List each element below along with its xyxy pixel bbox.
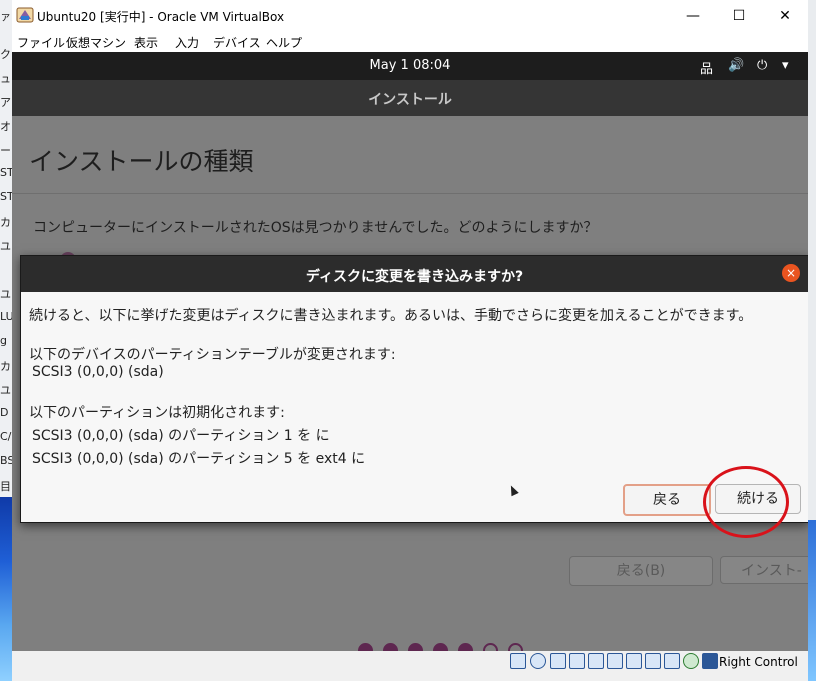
menu-devices[interactable]: デバイス [213, 34, 261, 51]
bg-install-now-button[interactable]: インスト- [720, 556, 808, 584]
title-divider [12, 193, 808, 194]
menu-view[interactable]: 表示 [134, 34, 158, 51]
partition-5-line: SCSI3 (0,0,0) (sda) のパーティション 5 を ext4 に [32, 451, 366, 467]
menu-input[interactable]: 入力 [175, 34, 199, 51]
desktop-wallpaper [0, 497, 12, 681]
installer-header-bar: インストール [12, 80, 808, 116]
desktop-fragment: 目 [0, 480, 11, 493]
install-type-question: コンピューターにインストールされたOSは見つかりませんでした。どのようにしますか… [33, 220, 598, 236]
desktop-fragment: g [0, 334, 7, 347]
minimize-button[interactable]: — [670, 0, 716, 31]
desktop-fragment: ク [0, 48, 11, 61]
bg-back-button[interactable]: 戻る(B) [569, 556, 713, 586]
dialog-close-button[interactable]: × [782, 264, 800, 282]
progress-dot [458, 643, 473, 651]
format-heading: 以下のパーティションは初期化されます: [29, 405, 285, 421]
dialog-header: ディスクに変更を書き込みますか? × [21, 256, 808, 292]
display-icon[interactable] [626, 653, 642, 669]
recording-icon[interactable] [645, 653, 661, 669]
usb-icon[interactable] [588, 653, 604, 669]
mouse-integration-icon[interactable] [683, 653, 699, 669]
progress-dot-empty [508, 643, 523, 651]
desktop-fragment: ST [0, 166, 12, 179]
progress-dot [408, 643, 423, 651]
partition-1-line: SCSI3 (0,0,0) (sda) のパーティション 1 を に [32, 428, 330, 444]
hdd-icon[interactable] [510, 653, 526, 669]
host-key-label: Right Control [719, 655, 798, 669]
progress-dot [383, 643, 398, 651]
annotation-circle [703, 466, 789, 538]
desktop-wallpaper-right [808, 520, 816, 681]
optical-icon[interactable] [530, 653, 546, 669]
desktop-fragment: オ [0, 120, 11, 133]
desktop-fragment: C/ [0, 430, 12, 443]
close-icon: × [785, 266, 797, 280]
virtualbox-window: Ubuntu20 [実行中] - Oracle VM VirtualBox — … [12, 0, 808, 681]
vm-screen[interactable]: May 1 08:04 品 🔊 ⏻ ▾ インストール インストールの種類 コンピ… [12, 52, 808, 651]
page-title: インストールの種類 [29, 147, 254, 176]
dialog-back-button[interactable]: 戻る [623, 484, 711, 516]
desktop-fragment: ァ [0, 10, 11, 23]
maximize-icon: ☐ [732, 7, 746, 24]
desktop-fragment: BS [0, 454, 12, 467]
cpu-icon[interactable] [664, 653, 680, 669]
desktop-fragment: ュ [0, 72, 11, 85]
volume-icon[interactable]: 🔊 [728, 58, 744, 73]
menu-bar: ファイル 仮想マシン 表示 入力 デバイス ヘルプ [12, 31, 808, 52]
network-icon[interactable]: 品 [700, 58, 713, 77]
write-changes-dialog: ディスクに変更を書き込みますか? × 続けると、以下に挙げた変更はディスクに書き… [20, 255, 808, 523]
desktop-fragment: ー [0, 144, 11, 157]
dialog-title: ディスクに変更を書き込みますか? [305, 269, 524, 285]
desktop-fragment: ST [0, 190, 12, 203]
menu-file[interactable]: ファイル [17, 34, 65, 51]
network-icon[interactable] [569, 653, 585, 669]
virtualbox-app-icon [16, 7, 34, 23]
partition-table-device: SCSI3 (0,0,0) (sda) [32, 364, 164, 380]
minimize-icon: — [686, 7, 700, 24]
desktop-fragment: ア [0, 96, 11, 109]
progress-dot [358, 643, 373, 651]
progress-dot [433, 643, 448, 651]
installer-window-title: インストール [368, 92, 452, 108]
menu-machine[interactable]: 仮想マシン [66, 34, 126, 51]
progress-dots [358, 643, 523, 651]
maximize-button[interactable]: ☐ [716, 0, 762, 31]
system-menu-chevron-icon[interactable]: ▾ [782, 58, 789, 73]
desktop-fragment: カ [0, 360, 11, 373]
power-icon[interactable]: ⏻ [757, 58, 767, 73]
gnome-top-bar: May 1 08:04 品 🔊 ⏻ ▾ [12, 52, 808, 80]
close-window-button[interactable]: ✕ [762, 0, 808, 31]
desktop-fragment: D [0, 406, 9, 419]
audio-icon[interactable] [550, 653, 566, 669]
desktop-fragment: ユ [0, 240, 11, 253]
desktop-fragment: LU [0, 310, 12, 323]
close-icon: ✕ [779, 7, 791, 24]
title-bar: Ubuntu20 [実行中] - Oracle VM VirtualBox — … [12, 0, 808, 31]
clock[interactable]: May 1 08:04 [12, 58, 808, 73]
desktop-fragment: カ [0, 216, 11, 229]
desktop-fragment: ユ [0, 288, 11, 301]
window-title: Ubuntu20 [実行中] - Oracle VM VirtualBox [37, 10, 285, 24]
partition-table-heading: 以下のデバイスのパーティションテーブルが変更されます: [29, 347, 396, 363]
shared-folder-icon[interactable] [607, 653, 623, 669]
desktop-fragment: ユ [0, 384, 11, 397]
keyboard-icon[interactable] [702, 653, 718, 669]
dialog-intro-text: 続けると、以下に挙げた変更はディスクに書き込まれます。あるいは、手動でさらに変更… [29, 308, 753, 324]
progress-dot-empty [483, 643, 498, 651]
menu-help[interactable]: ヘルプ [266, 34, 302, 51]
